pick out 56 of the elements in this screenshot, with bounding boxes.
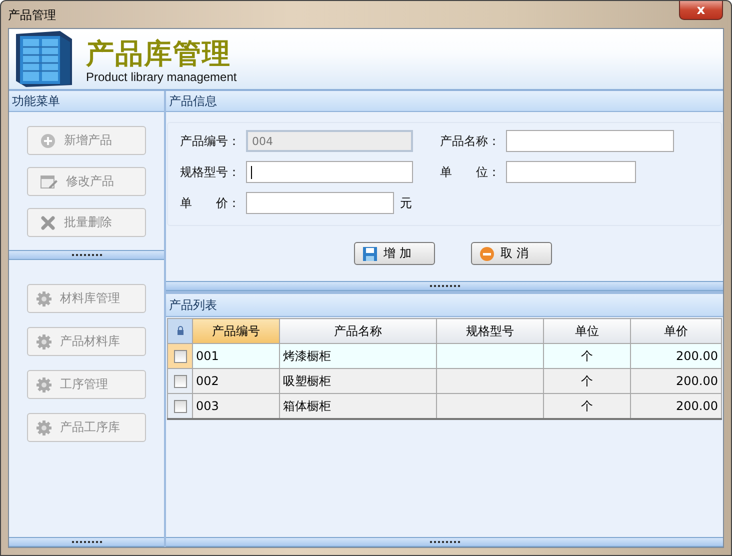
input-field[interactable] — [506, 161, 636, 183]
table-cell: 001 — [192, 344, 280, 368]
table-cell: 200.00 — [630, 344, 722, 368]
table-cell: 002 — [192, 368, 280, 394]
table-cell: 吸塑橱柜 — [280, 368, 436, 394]
panel-header: 产品列表 — [166, 294, 723, 317]
grip-icon[interactable] — [430, 540, 460, 544]
grip-icon[interactable] — [430, 284, 460, 288]
column-header[interactable]: 单价 — [630, 318, 722, 344]
table-cell: 个 — [544, 394, 630, 419]
banner-subtitle: Product library management — [86, 70, 237, 84]
close-button[interactable]: x — [679, 1, 723, 20]
table-cell: 烤漆橱柜 — [280, 344, 436, 368]
edit-icon — [40, 174, 58, 190]
table-cell: 个 — [544, 344, 630, 368]
field-label: 规格型号： — [180, 164, 241, 180]
banner-title: 产品库管理 — [86, 38, 232, 70]
column-header[interactable]: 产品名称 — [280, 318, 436, 344]
input-field[interactable] — [506, 130, 674, 152]
table-cell: 箱体橱柜 — [280, 394, 436, 419]
column-header[interactable]: 单位 — [544, 318, 630, 344]
column-header[interactable]: 规格型号 — [436, 318, 544, 344]
table-row[interactable]: 003 箱体橱柜 个 200.00 — [168, 394, 722, 419]
form-button[interactable]: 取 消 — [470, 242, 552, 265]
gear-icon — [36, 334, 52, 350]
table-cell: 200.00 — [630, 368, 722, 394]
table-cell: 003 — [192, 394, 280, 419]
table-row[interactable]: 002 吸塑橱柜 个 200.00 — [168, 368, 722, 394]
unit-label: 元 — [400, 194, 412, 212]
field-label: 单 位： — [440, 164, 501, 180]
field-label: 单 价： — [180, 194, 241, 212]
input-field[interactable] — [246, 192, 394, 214]
save-icon — [362, 246, 378, 262]
lock-icon — [176, 326, 184, 335]
field-label: 产品名称： — [440, 132, 501, 150]
table-cell: 200.00 — [630, 394, 722, 419]
field-label: 产品编号： — [180, 132, 241, 150]
checkbox[interactable] — [174, 350, 186, 362]
panel-header: 产品信息 — [166, 91, 723, 112]
grip-icon[interactable] — [72, 540, 102, 544]
form-button[interactable]: 增 加 — [354, 242, 434, 265]
gear-icon — [36, 290, 52, 306]
column-header[interactable]: 产品编号 — [192, 318, 280, 344]
gear-icon — [36, 376, 52, 392]
grip-icon[interactable] — [72, 254, 102, 256]
panel-header: 功能菜单 — [9, 91, 164, 112]
delete-icon — [40, 214, 56, 230]
cancel-icon — [478, 246, 494, 262]
input-field[interactable] — [246, 161, 413, 183]
table-row[interactable]: 001 烤漆橱柜 个 200.00 — [168, 344, 722, 368]
checkbox[interactable] — [174, 400, 186, 412]
window-title: 产品管理 — [8, 7, 56, 24]
plus-icon — [40, 132, 56, 148]
checkbox[interactable] — [174, 374, 186, 388]
gear-icon — [36, 420, 52, 436]
table-cell: 个 — [544, 368, 630, 394]
